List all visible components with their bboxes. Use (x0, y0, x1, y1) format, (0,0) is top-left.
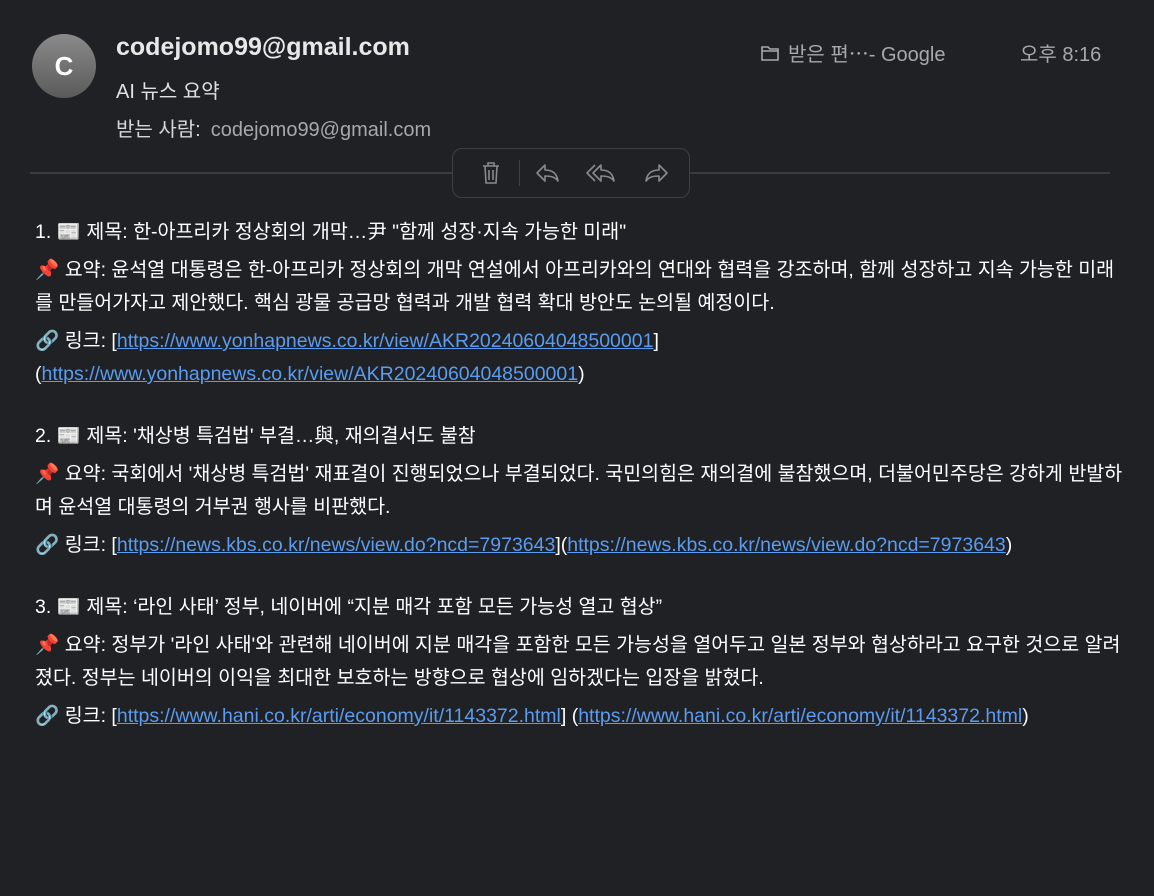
toolbar-separator (519, 160, 520, 186)
received-time: 오후 8:16 (1020, 44, 1102, 66)
mailbox-label: 받은 편⋯- Google (788, 44, 946, 66)
news-link-line: 🔗 링크: [https://news.kbs.co.kr/news/view.… (35, 534, 1013, 556)
news-link[interactable]: https://www.yonhapnews.co.kr/view/AKR202… (117, 330, 654, 352)
trash-icon (483, 162, 499, 184)
news-link[interactable]: https://www.hani.co.kr/arti/economy/it/1… (578, 705, 1022, 727)
link-label: 🔗 링크: (35, 330, 112, 352)
reply-all-button[interactable] (582, 153, 622, 193)
news-title: 3. 📰 제목: ‘라인 사태’ 정부, 네이버에 “지분 매각 포함 모든 가… (35, 596, 663, 618)
news-item: 1. 📰 제목: 한-아프리카 정상회의 개막…尹 "함께 성장·지속 가능한 … (35, 216, 1125, 391)
email-subject: AI 뉴스 요약 (116, 81, 220, 103)
news-title: 2. 📰 제목: '채상병 특검법' 부결…與, 재의결서도 불참 (35, 425, 476, 447)
recipient-address[interactable]: codejomo99@gmail.com (211, 119, 431, 141)
news-link[interactable]: https://www.yonhapnews.co.kr/view/AKR202… (42, 363, 579, 385)
message-toolbar (452, 148, 690, 198)
recipient-label: 받는 사람: (116, 119, 201, 141)
link-label: 🔗 링크: (35, 534, 112, 556)
link-label: 🔗 링크: (35, 705, 112, 727)
news-summary: 📌 요약: 정부가 '라인 사태'와 관련해 네이버에 지분 매각을 포함한 모… (35, 634, 1121, 689)
delete-button[interactable] (471, 153, 511, 193)
reply-button[interactable] (528, 153, 568, 193)
reply-all-icon (586, 164, 615, 182)
news-link[interactable]: https://news.kbs.co.kr/news/view.do?ncd=… (117, 534, 555, 556)
news-link[interactable]: https://news.kbs.co.kr/news/view.do?ncd=… (567, 534, 1005, 556)
news-link-line: 🔗 링크: [https://www.hani.co.kr/arti/econo… (35, 705, 1029, 727)
news-link-line: 🔗 링크: [https://www.yonhapnews.co.kr/view… (35, 330, 659, 385)
folder-icon (761, 45, 779, 61)
forward-icon (645, 164, 668, 182)
sender-address: codejomo99@gmail.com (116, 33, 410, 61)
news-link[interactable]: https://www.hani.co.kr/arti/economy/it/1… (117, 705, 561, 727)
news-item: 3. 📰 제목: ‘라인 사태’ 정부, 네이버에 “지분 매각 포함 모든 가… (35, 591, 1125, 733)
news-item: 2. 📰 제목: '채상병 특검법' 부결…與, 재의결서도 불참 📌 요약: … (35, 420, 1125, 562)
forward-button[interactable] (636, 153, 676, 193)
mailbox-indicator[interactable]: 받은 편⋯- Google (760, 38, 945, 67)
news-title: 1. 📰 제목: 한-아프리카 정상회의 개막…尹 "함께 성장·지속 가능한 … (35, 221, 627, 243)
reply-icon (536, 164, 559, 182)
news-summary: 📌 요약: 윤석열 대통령은 한-아프리카 정상회의 개막 연설에서 아프리카와… (35, 259, 1115, 314)
news-summary: 📌 요약: 국회에서 '채상병 특검법' 재표결이 진행되었으나 부결되었다. … (35, 463, 1123, 518)
email-body: 1. 📰 제목: 한-아프리카 정상회의 개막…尹 "함께 성장·지속 가능한 … (35, 216, 1125, 762)
recipient-row: 받는 사람: codejomo99@gmail.com (116, 113, 431, 142)
avatar: C (32, 34, 96, 98)
